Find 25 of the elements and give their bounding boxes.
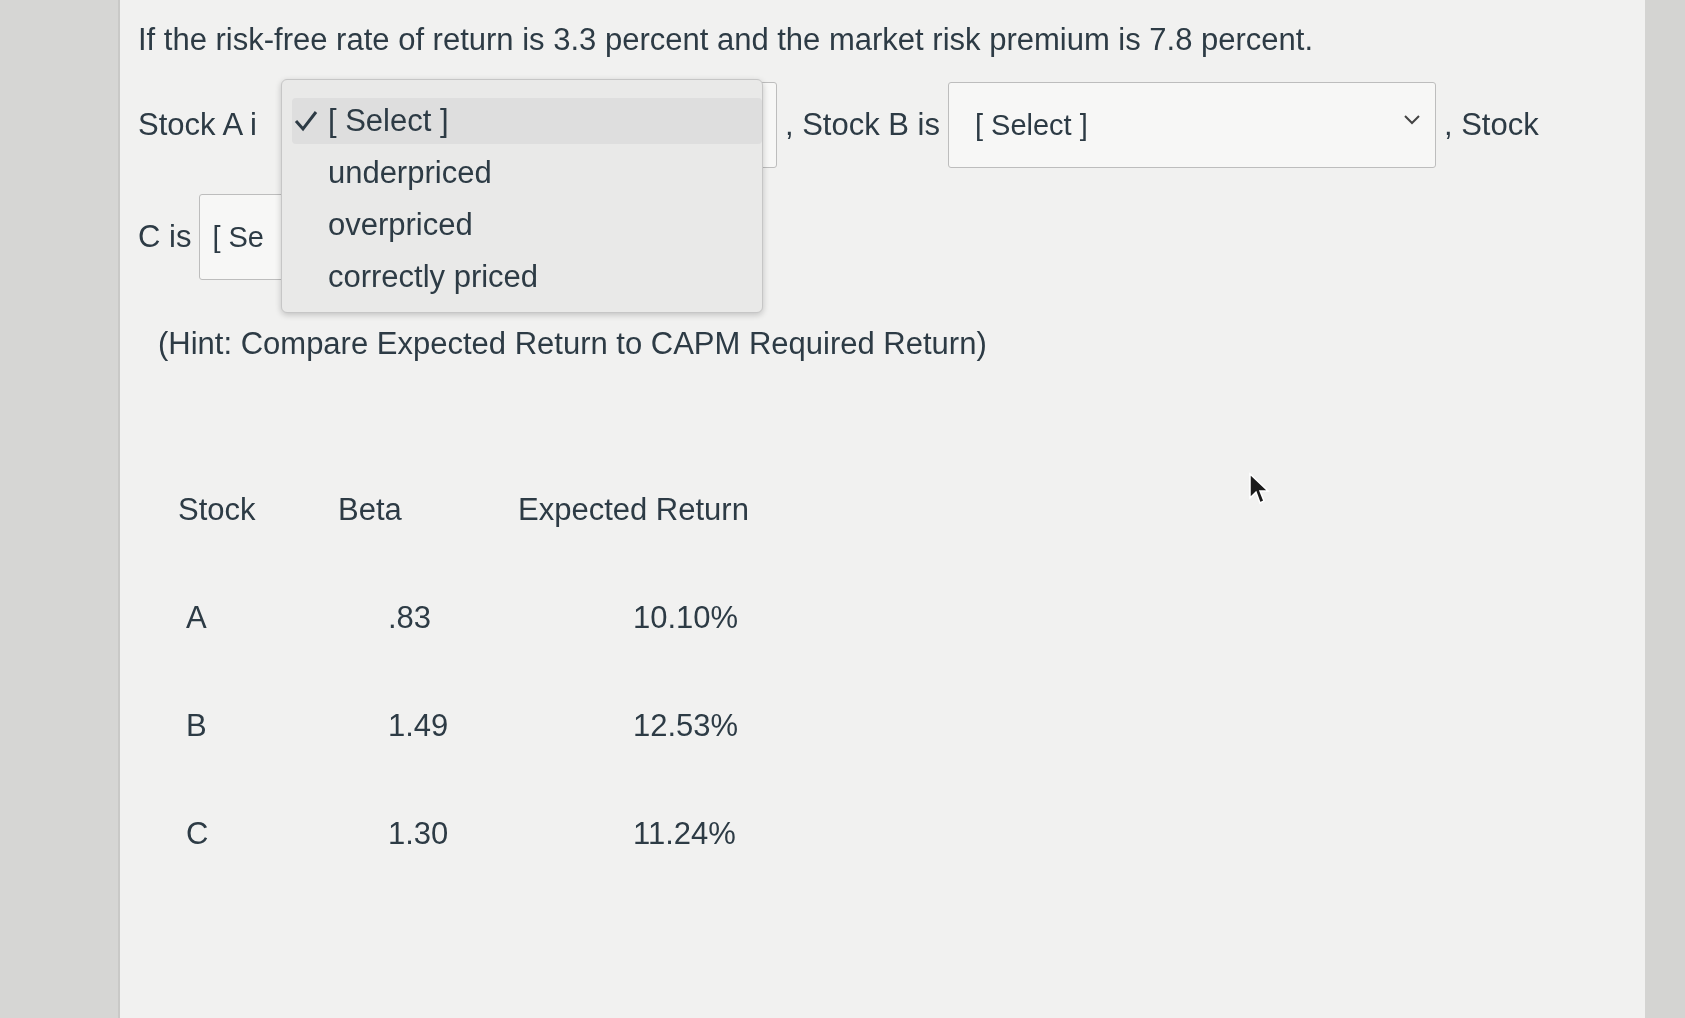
menu-option[interactable]: [ Select ] [291,98,762,144]
dropdown-field[interactable]: [ Select ] [947,82,1436,168]
column-header: Stock [178,492,257,529]
menu-option[interactable]: overpriced [291,202,762,248]
menu-option[interactable]: correctly priced [291,254,762,300]
sentence-text: C is [138,219,192,255]
menu-option[interactable]: underpriced [291,150,762,196]
column-header: Expected Return [518,492,750,529]
table-cell-text: 1.30 [387,816,450,853]
sentence-text: Stock A i [138,107,257,143]
question-text: If the risk-free rate of return is 3.3 percent and the market risk premium is 7.8 percent. [138,22,1315,58]
chevron-down-icon [1401,112,1422,126]
cursor-icon [1248,472,1270,506]
column-header: Beta [338,492,403,529]
table-cell-text: .83 [387,600,433,637]
table-cell-text: 10.10% [632,600,740,637]
table-cell-text: C [185,816,210,853]
hint-text: (Hint: Compare Expected Return to CAPM Required Return) [158,326,988,362]
sentence-text: , Stock [1443,107,1539,143]
table-cell-text: 12.53% [632,708,740,745]
sentence-text: , Stock B is [784,107,940,143]
table-cell-text: A [185,600,208,637]
table-cell-text: 1.49 [387,708,450,745]
table-cell-text: 11.24% [632,816,737,853]
table-cell-text: B [185,708,208,745]
